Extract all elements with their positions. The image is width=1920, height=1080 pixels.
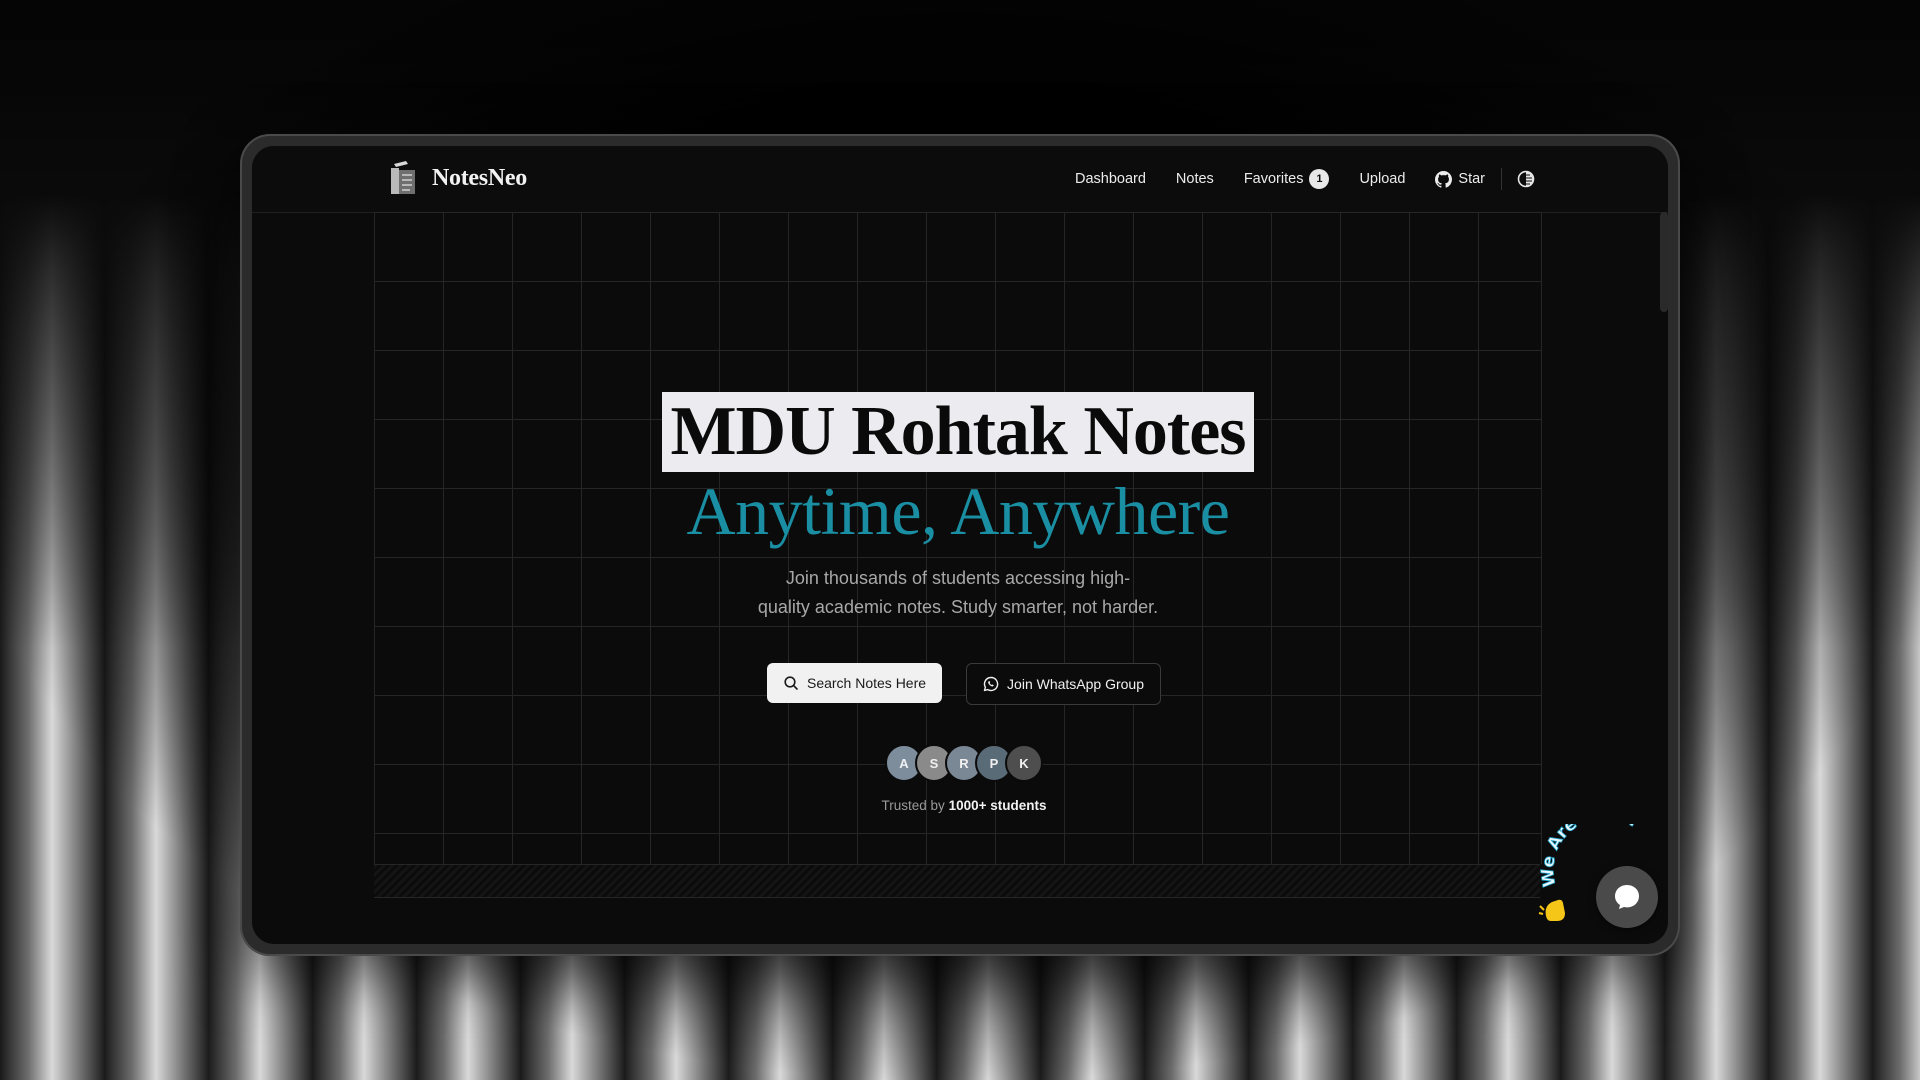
trusted-count: 1000+ students — [948, 798, 1047, 813]
nav-separator — [1501, 168, 1502, 190]
search-icon — [784, 676, 798, 690]
hero-title-line1: MDU Rohtak Notes — [662, 392, 1254, 472]
hero-title-line2: Anytime, Anywhere — [686, 473, 1230, 549]
chat-widget[interactable]: We Are Here! — [1538, 824, 1662, 934]
hero-subtitle-line1: Join thousands of students accessing hig… — [785, 568, 1131, 588]
hero-section: MDU Rohtak Notes Anytime, Anywhere Join … — [374, 212, 1542, 864]
theme-toggle-icon[interactable] — [1516, 169, 1536, 189]
brand-name: NotesNeo — [432, 164, 527, 191]
nav-links: Dashboard Notes Favorites 1 Upload Star — [1045, 146, 1536, 212]
trusted-prefix: Trusted by — [881, 798, 945, 813]
hero-subtitle: Join thousands of students accessing hig… — [375, 564, 1541, 622]
nav-upload[interactable]: Upload — [1359, 171, 1405, 187]
brand[interactable]: NotesNeo — [388, 160, 527, 196]
cta-buttons: Search Notes Here Join WhatsApp Group — [375, 663, 1541, 705]
student-avatar: K — [1005, 744, 1043, 782]
laptop-frame: NotesNeo Dashboard Notes Favorites 1 Upl… — [240, 134, 1680, 956]
student-avatars: ASRPK — [375, 744, 1541, 782]
chat-bubble-icon — [1615, 885, 1639, 909]
github-star-label: Star — [1458, 171, 1485, 187]
notebook-icon — [391, 161, 415, 194]
hero-subtitle-line2: quality academic notes. Study smarter, n… — [757, 597, 1159, 617]
hero-title: MDU Rohtak Notes Anytime, Anywhere — [375, 392, 1541, 552]
whatsapp-icon — [983, 676, 999, 692]
join-whatsapp-button[interactable]: Join WhatsApp Group — [966, 663, 1162, 705]
favorites-count-badge: 1 — [1309, 169, 1330, 189]
github-star-link[interactable]: Star — [1435, 170, 1485, 188]
nav-favorites-label: Favorites — [1243, 171, 1304, 187]
nav-dashboard[interactable]: Dashboard — [1075, 171, 1146, 187]
navbar: NotesNeo Dashboard Notes Favorites 1 Upl… — [252, 146, 1668, 213]
nav-favorites[interactable]: Favorites 1 — [1244, 169, 1330, 189]
trusted-by-text: Trusted by 1000+ students — [375, 798, 1541, 813]
join-whatsapp-label: Join WhatsApp Group — [1007, 676, 1145, 692]
nav-notes[interactable]: Notes — [1176, 171, 1214, 187]
github-icon — [1435, 170, 1453, 188]
browser-screen: NotesNeo Dashboard Notes Favorites 1 Upl… — [252, 146, 1668, 944]
search-notes-button[interactable]: Search Notes Here — [766, 663, 943, 703]
search-notes-label: Search Notes Here — [806, 675, 927, 691]
chat-bubble-button[interactable] — [1596, 866, 1658, 928]
waving-hand-icon — [1538, 899, 1565, 921]
scrollbar[interactable] — [1660, 212, 1668, 312]
background-top-fade — [0, 0, 1920, 140]
hero-bottom-strip — [374, 864, 1540, 898]
